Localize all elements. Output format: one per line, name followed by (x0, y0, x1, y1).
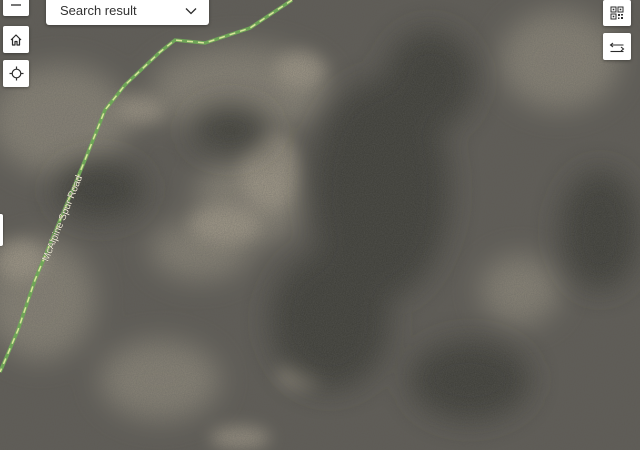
home-button[interactable] (3, 26, 29, 53)
minus-icon (11, 4, 21, 6)
search-result-label: Search result (60, 3, 137, 18)
side-panel-handle[interactable] (0, 214, 3, 246)
swipe-arrows-icon (609, 42, 625, 52)
locate-button[interactable] (3, 60, 29, 87)
aerial-map[interactable]: McAlpine Spur Road (0, 0, 640, 450)
home-icon (10, 33, 22, 46)
locate-icon (9, 66, 23, 81)
qr-code-icon (610, 6, 624, 20)
chevron-down-icon (185, 7, 197, 14)
search-result-dropdown[interactable]: Search result (46, 0, 209, 25)
swipe-compare-button[interactable] (603, 33, 631, 60)
qr-code-button[interactable] (603, 0, 631, 26)
zoom-out-button[interactable] (3, 0, 29, 16)
